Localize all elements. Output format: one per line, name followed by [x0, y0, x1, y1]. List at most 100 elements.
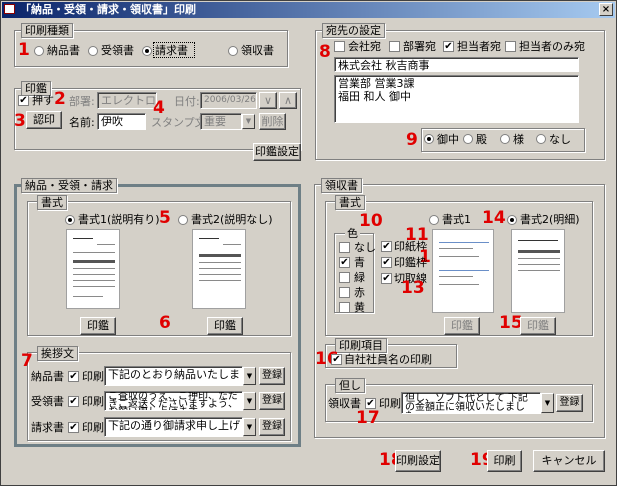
marker-14: 14 — [482, 208, 506, 228]
marker-8: 8 — [319, 42, 331, 62]
color-none-checkbox[interactable] — [339, 242, 350, 253]
date-down-button[interactable]: ∨ — [259, 92, 277, 109]
radio-none-label: なし — [549, 133, 571, 146]
radio-format2-plain[interactable] — [178, 215, 188, 225]
greeting-acknowledgment-text[interactable]: ご査収のうえ、ご押印、ただきご返送くださいますよう、お願い申し上げます。 — [104, 391, 243, 411]
color-none-label: なし — [354, 241, 376, 254]
greeting-invoice-text[interactable]: 下記の通り御請求申し上げます。 — [104, 417, 243, 437]
address-detail-line1: 営業部 営業3課 — [338, 77, 415, 90]
color-yellow-checkbox[interactable] — [339, 302, 350, 313]
greeting-acknowledgment-print-checkbox[interactable]: ✔ — [68, 396, 79, 407]
stamp-frame-checkbox[interactable]: ✔ — [381, 241, 392, 252]
radio-format1-explained[interactable] — [65, 215, 75, 225]
greeting-delivery-print-checkbox[interactable]: ✔ — [68, 371, 79, 382]
marker-3: 3 — [14, 111, 26, 131]
check-company-label: 会社宛 — [348, 40, 381, 53]
receipt-format1-preview-thumbnail — [432, 229, 494, 313]
greeting-invoice-print-label: 印刷 — [82, 421, 104, 434]
print-button[interactable]: 印刷 — [487, 450, 522, 472]
note-register-button[interactable]: 登録 — [556, 394, 583, 412]
delivery-title: 納品・受領・請求 — [21, 178, 117, 193]
greeting-delivery-label: 納品書 — [31, 370, 64, 383]
format2-preview-thumbnail — [192, 229, 246, 309]
stamp-checkbox-label: 押す — [32, 94, 54, 107]
check-person[interactable]: ✔ — [443, 41, 454, 52]
date-up-button[interactable]: ∧ — [279, 92, 297, 109]
radio-sama[interactable] — [500, 134, 510, 144]
stamp-text-field[interactable]: 重要 — [200, 113, 242, 130]
seal-frame-label: 印鑑枠 — [394, 256, 427, 269]
color-red-label: 赤 — [354, 286, 365, 299]
radio-sama-label: 様 — [513, 133, 524, 146]
app-icon — [4, 4, 15, 14]
marker-4: 4 — [153, 98, 165, 118]
receipt-format-title: 書式 — [335, 195, 365, 210]
note-dropdown-icon[interactable]: ▼ — [541, 393, 554, 413]
receipt-title: 領収書 — [321, 178, 362, 193]
format2-seal-button[interactable]: 印鑑 — [207, 317, 243, 335]
radio-none[interactable] — [536, 134, 546, 144]
marker-7: 7 — [21, 351, 33, 371]
print-type-title: 印刷種類 — [21, 23, 73, 38]
color-blue-label: 青 — [354, 256, 365, 269]
greeting-acknowledgment-print-label: 印刷 — [82, 395, 104, 408]
greeting-invoice-dropdown-icon[interactable]: ▼ — [243, 418, 256, 436]
seal-frame-checkbox[interactable]: ✔ — [381, 257, 392, 268]
greeting-invoice-print-checkbox[interactable]: ✔ — [68, 422, 79, 433]
greeting-delivery-register-button[interactable]: 登録 — [259, 367, 285, 385]
radio-receipt-acknowledgment-label: 受領書 — [101, 44, 134, 57]
company-name-field[interactable]: 株式会社 秋吉商事 — [334, 57, 579, 72]
marker-2: 2 — [54, 89, 66, 109]
receipt-format2-preview-thumbnail — [511, 229, 565, 313]
radio-delivery-note[interactable] — [34, 46, 44, 56]
date-field[interactable]: 2006/03/26 — [200, 92, 257, 109]
radio-onchu[interactable] — [424, 134, 434, 144]
radio-receipt-format1-label: 書式1 — [442, 213, 471, 226]
radio-receipt-format2-label: 書式2(明細) — [520, 213, 580, 226]
format1-seal-button[interactable]: 印鑑 — [80, 317, 116, 335]
greeting-delivery-dropdown-icon[interactable]: ▼ — [243, 367, 256, 385]
address-detail-field[interactable]: 営業部 営業3課 福田 和人 御中 — [334, 75, 579, 123]
color-green-checkbox[interactable] — [339, 272, 350, 283]
marker-5: 5 — [159, 208, 171, 228]
window-title: 「納品・受領・請求・領収書」印刷 — [20, 3, 196, 16]
radio-receipt-acknowledgment[interactable] — [88, 46, 98, 56]
print-settings-button[interactable]: 印刷設定 — [395, 450, 441, 472]
note-text[interactable]: 但し、ソフト代として 下記の金額正に領収いたしました。 — [401, 392, 541, 414]
radio-invoice-label: 請求書 — [155, 44, 188, 57]
company-name-print-checkbox[interactable]: ✔ — [331, 354, 342, 365]
check-person-label: 担当者宛 — [457, 40, 501, 53]
greeting-acknowledgment-register-button[interactable]: 登録 — [259, 392, 285, 410]
dept-label: 部署: — [69, 95, 95, 108]
marker-6: 6 — [159, 313, 171, 333]
check-person-only[interactable] — [505, 41, 516, 52]
delivery-format-title: 書式 — [37, 195, 67, 210]
cancel-button[interactable]: キャンセル — [533, 450, 605, 472]
color-red-checkbox[interactable] — [339, 287, 350, 298]
radio-dono[interactable] — [463, 134, 473, 144]
delete-stamp-button[interactable]: 削除 — [259, 113, 286, 130]
greeting-invoice-register-button[interactable]: 登録 — [259, 418, 285, 436]
radio-receipt-format2[interactable] — [507, 215, 517, 225]
color-blue-checkbox[interactable]: ✔ — [339, 257, 350, 268]
radio-receipt[interactable] — [228, 46, 238, 56]
radio-receipt-format1[interactable] — [429, 215, 439, 225]
name-label: 名前: — [69, 116, 95, 129]
radio-invoice[interactable] — [142, 46, 152, 56]
greeting-delivery-text[interactable]: 下記のとおり納品いたしました。 — [104, 366, 243, 386]
seal-button[interactable]: 認印 — [26, 111, 62, 129]
receipt-format2-seal-button[interactable]: 印鑑 — [520, 317, 556, 335]
close-button[interactable]: × — [599, 3, 613, 16]
check-department[interactable] — [389, 41, 400, 52]
receipt-format1-seal-button[interactable]: 印鑑 — [444, 317, 480, 335]
stamp-text-dropdown-icon[interactable]: ▼ — [242, 114, 255, 129]
check-company[interactable] — [334, 41, 345, 52]
marker-13: 13 — [401, 278, 425, 298]
greeting-acknowledgment-dropdown-icon[interactable]: ▼ — [243, 392, 256, 410]
radio-dono-label: 殿 — [476, 133, 487, 146]
dept-field[interactable]: エレクトロ — [97, 92, 157, 109]
cut-line-checkbox[interactable]: ✔ — [381, 273, 392, 284]
seal-settings-button[interactable]: 印鑑設定 — [253, 143, 301, 161]
stamp-checkbox[interactable]: ✔ — [18, 95, 29, 106]
name-field[interactable]: 伊吹 — [97, 113, 146, 130]
